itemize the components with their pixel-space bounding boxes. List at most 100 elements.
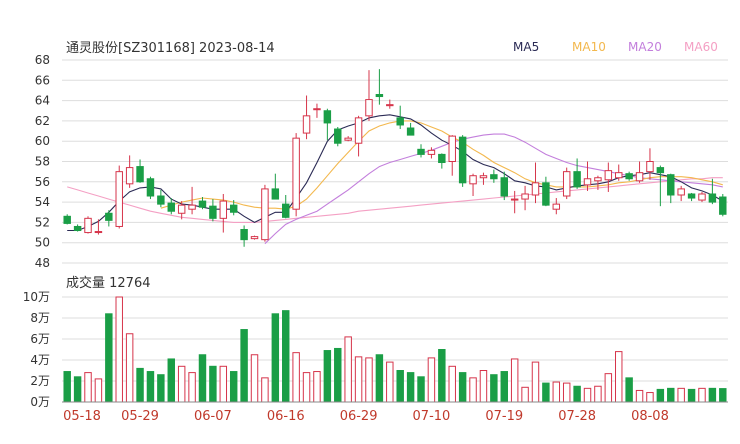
candle [552, 198, 561, 215]
volume-tick-label: 0万 [30, 395, 50, 409]
date-axis: 05-18 05-29 06-07 06-16 06-29 07-10 07-19 07-28… [62, 401, 728, 424]
volume-bar [167, 358, 175, 403]
candlestick-series [63, 69, 727, 247]
candle [292, 133, 300, 217]
volume-tick-label: 10万 [23, 290, 50, 304]
candle [490, 169, 498, 183]
candle-body [292, 137, 300, 210]
candle-body [73, 225, 82, 232]
candle-body [625, 173, 633, 180]
ma5-line [67, 114, 724, 232]
candle [73, 224, 82, 232]
volume-bar [344, 336, 352, 403]
chart-title: 通灵股份[SZ301168] 2023-08-14 [66, 41, 275, 56]
ma-legend: MA5 MA10 MA20 MA60 [513, 40, 718, 54]
candle-body [573, 171, 581, 188]
candle-body [719, 196, 727, 215]
volume-bar [562, 382, 571, 403]
candle [323, 108, 332, 141]
candle-body [302, 115, 311, 134]
candle-body [146, 178, 155, 197]
candle-body [490, 174, 498, 180]
candle-body [646, 161, 654, 173]
volume-tick-label: 6万 [30, 332, 50, 346]
candle-body [479, 175, 488, 179]
candle-body [708, 193, 717, 203]
volume-title: 成交量 12764 [66, 275, 151, 291]
candle [542, 176, 550, 207]
candle [115, 165, 123, 229]
candle-body [271, 188, 280, 200]
candle-body [136, 166, 144, 183]
candle-body [229, 204, 238, 213]
candle [313, 103, 321, 118]
candle [438, 153, 446, 169]
candle-body [94, 231, 103, 234]
candle [302, 95, 311, 140]
candle [469, 173, 477, 197]
candle-body [115, 171, 123, 227]
candle [271, 173, 280, 200]
volume-bar [84, 372, 92, 403]
candle [417, 144, 425, 158]
volume-bar [73, 376, 82, 403]
candle-body [386, 104, 394, 107]
volume-bar [427, 357, 436, 403]
candle-body [313, 108, 321, 111]
candle [354, 115, 363, 157]
volume-bar [458, 372, 467, 403]
volume-bar [719, 388, 727, 403]
price-tick-label: 56 [35, 175, 50, 189]
candle-body [583, 178, 592, 186]
volume-y-axis: 0万 2万 4万 6万 8万 10万 [23, 290, 50, 409]
candle [698, 191, 706, 203]
candle [635, 161, 644, 183]
date-tick-label: 06-07 [194, 409, 232, 424]
volume-bar [708, 387, 717, 403]
volume-bar [625, 377, 633, 403]
candle-body [365, 99, 373, 117]
candle-body [282, 203, 290, 218]
date-tick-label: 07-19 [485, 409, 523, 424]
volume-bar [510, 358, 519, 403]
candle-body [500, 177, 508, 197]
price-tick-label: 58 [35, 155, 50, 169]
candle [625, 171, 633, 181]
candle [562, 167, 571, 200]
candle [646, 148, 654, 180]
candle-body [469, 175, 477, 185]
volume-bar [448, 365, 456, 403]
volume-bar [656, 388, 665, 403]
candle-body [687, 193, 696, 199]
volume-bar [500, 371, 508, 403]
candle-body [458, 136, 467, 184]
candle [667, 173, 675, 204]
candle [146, 176, 155, 200]
volume-bar [687, 388, 696, 403]
candle-body [188, 204, 196, 210]
ma20-line [264, 133, 723, 245]
candle-body [542, 182, 550, 206]
volume-bar [552, 381, 561, 403]
candle-body [375, 94, 384, 98]
candle [677, 185, 685, 202]
volume-bar [125, 333, 134, 403]
date-tick-label: 06-29 [340, 409, 378, 424]
volume-bar [115, 296, 123, 403]
candle-body [427, 149, 436, 155]
volume-bars [63, 296, 727, 403]
candle [687, 192, 696, 202]
volume-bar [635, 389, 644, 403]
candle-body [240, 229, 248, 241]
candle [261, 184, 269, 242]
date-tick-label: 08-08 [631, 409, 669, 424]
candle [448, 135, 456, 176]
volume-bar [250, 354, 259, 403]
volume-bar [240, 329, 248, 403]
candle-body [261, 188, 269, 241]
candle-body [417, 148, 425, 155]
volume-bar [521, 386, 529, 403]
candle [63, 214, 71, 225]
candle [531, 162, 540, 204]
candle-body [552, 203, 561, 210]
